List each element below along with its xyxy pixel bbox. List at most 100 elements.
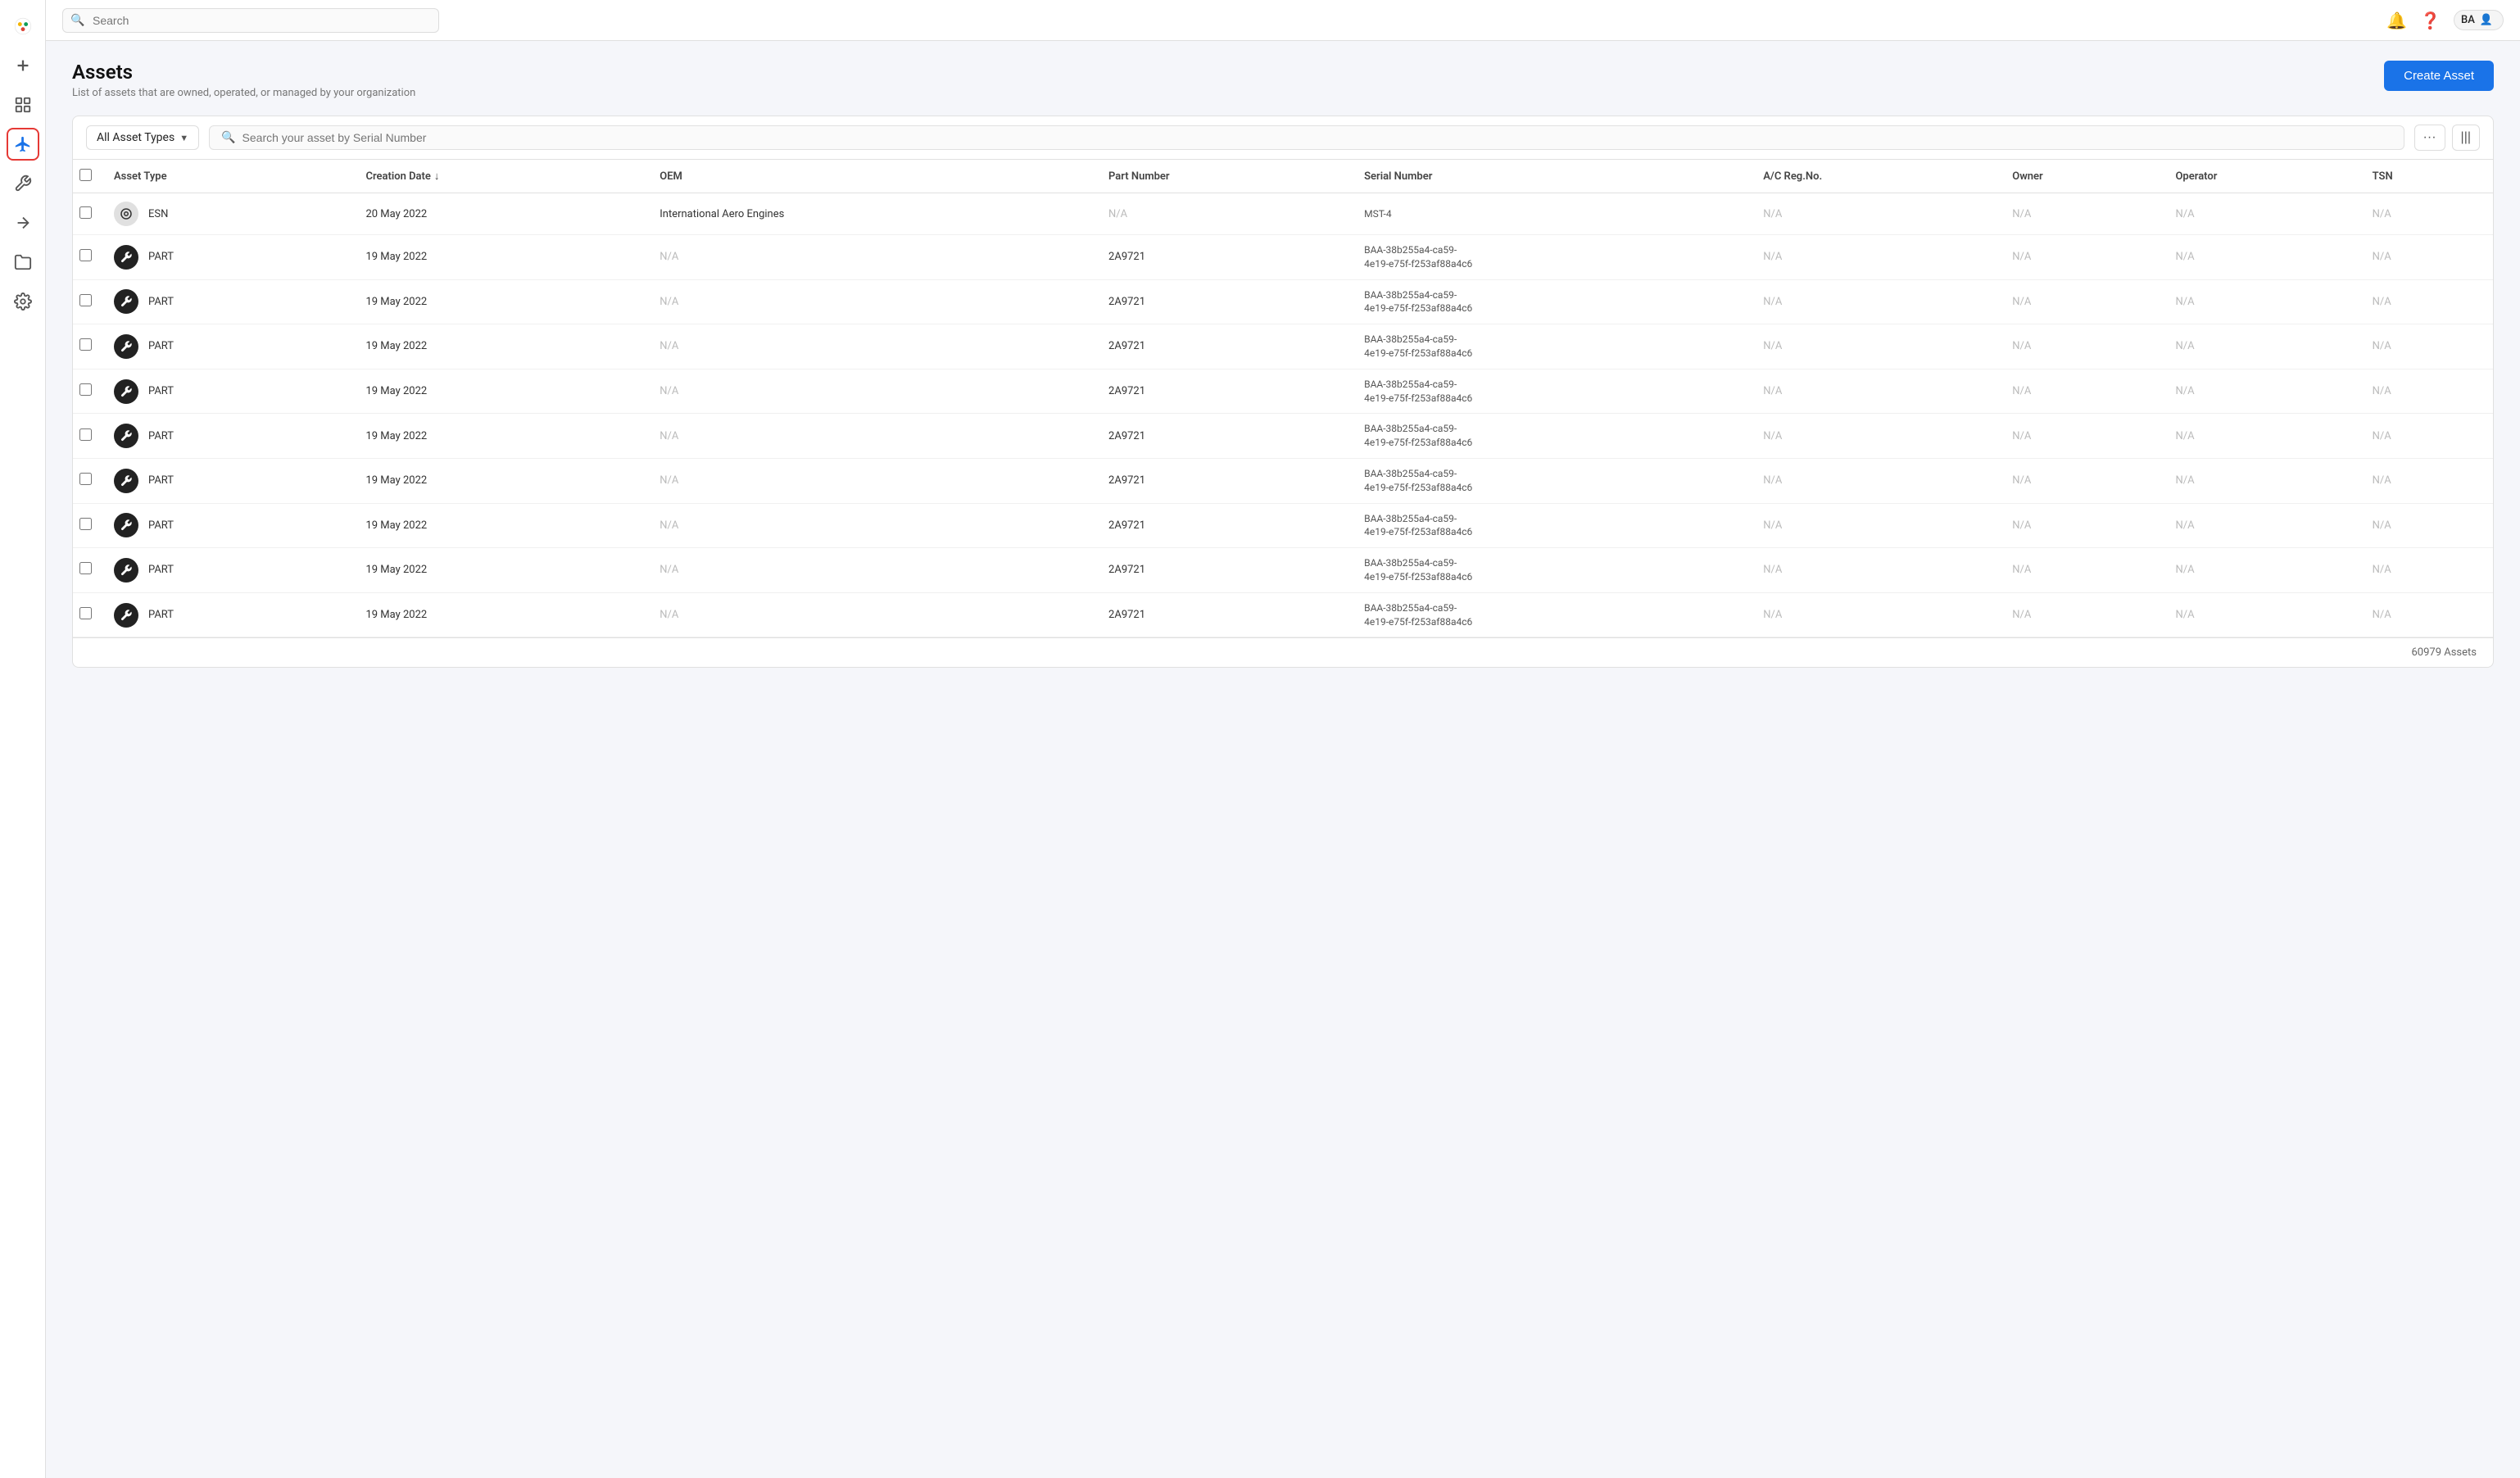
cell-part-number: 2A9721 <box>1097 592 1353 637</box>
page-title-block: Assets List of assets that are owned, op… <box>72 61 415 99</box>
cell-creation-date: 19 May 2022 <box>354 324 648 370</box>
cell-creation-date: 19 May 2022 <box>354 592 648 637</box>
asset-type-dropdown[interactable]: All Asset Types ▼ <box>86 125 199 150</box>
cell-ac-reg-no: N/A <box>1752 503 2001 548</box>
cell-operator: N/A <box>2164 369 2360 414</box>
cell-creation-date: 19 May 2022 <box>354 503 648 548</box>
cell-ac-reg-no: N/A <box>1752 592 2001 637</box>
notifications-icon[interactable]: 🔔 <box>2386 11 2407 30</box>
col-header-asset-type: Asset Type <box>102 160 354 193</box>
col-header-ac-reg-no: A/C Reg.No. <box>1752 160 2001 193</box>
page-content: Assets List of assets that are owned, op… <box>46 41 2520 1478</box>
cell-asset-type: PART <box>102 503 354 548</box>
cell-part-number: 2A9721 <box>1097 458 1353 503</box>
row-checkbox[interactable] <box>79 338 92 351</box>
row-checkbox[interactable] <box>79 249 92 261</box>
row-checkbox[interactable] <box>79 206 92 219</box>
row-checkbox[interactable] <box>79 473 92 485</box>
cell-serial-number: BAA-38b255a4-ca59- 4e19-e75f-f253af88a4c… <box>1353 548 1752 593</box>
asset-type-icon <box>114 334 138 359</box>
col-header-operator: Operator <box>2164 160 2360 193</box>
sidebar-item-tools[interactable] <box>7 167 39 200</box>
cell-owner: N/A <box>2001 324 2164 370</box>
cell-oem: N/A <box>648 414 1097 459</box>
row-checkbox-cell <box>73 592 102 637</box>
sort-icon: ↓ <box>434 170 440 183</box>
row-checkbox[interactable] <box>79 518 92 530</box>
cell-creation-date: 20 May 2022 <box>354 193 648 235</box>
row-checkbox[interactable] <box>79 562 92 574</box>
cell-oem: N/A <box>648 324 1097 370</box>
sidebar-item-settings[interactable] <box>7 285 39 318</box>
cell-operator: N/A <box>2164 193 2360 235</box>
serial-number-search-box: 🔍 <box>209 125 2404 150</box>
row-checkbox-cell <box>73 235 102 280</box>
sidebar-item-dashboard[interactable] <box>7 88 39 121</box>
row-checkbox[interactable] <box>79 607 92 619</box>
row-checkbox[interactable] <box>79 383 92 396</box>
asset-type-label: PART <box>148 609 174 621</box>
serial-number-search-input[interactable] <box>242 131 2392 144</box>
select-all-checkbox[interactable] <box>79 169 92 181</box>
row-checkbox[interactable] <box>79 294 92 306</box>
asset-type-icon <box>114 289 138 314</box>
user-avatar-icon: 👤 <box>2480 14 2493 26</box>
serial-search-icon: 🔍 <box>221 131 235 144</box>
sidebar-item-maintenance[interactable] <box>7 206 39 239</box>
cell-creation-date: 19 May 2022 <box>354 414 648 459</box>
cell-operator: N/A <box>2164 548 2360 593</box>
col-header-part-number: Part Number <box>1097 160 1353 193</box>
global-search-icon: 🔍 <box>70 14 84 27</box>
cell-operator: N/A <box>2164 279 2360 324</box>
more-options-button[interactable]: ··· <box>2414 125 2445 151</box>
table-row: PART19 May 2022N/A2A9721BAA-38b255a4-ca5… <box>73 369 2493 414</box>
cell-ac-reg-no: N/A <box>1752 193 2001 235</box>
column-toggle-button[interactable]: ||| <box>2452 125 2480 151</box>
global-search-input[interactable] <box>62 8 439 33</box>
cell-part-number: 2A9721 <box>1097 324 1353 370</box>
sidebar-item-assets[interactable] <box>7 128 39 161</box>
cell-creation-date: 19 May 2022 <box>354 235 648 280</box>
cell-serial-number: BAA-38b255a4-ca59- 4e19-e75f-f253af88a4c… <box>1353 369 1752 414</box>
col-header-serial-number: Serial Number <box>1353 160 1752 193</box>
table-row: PART19 May 2022N/A2A9721BAA-38b255a4-ca5… <box>73 592 2493 637</box>
user-menu[interactable]: BA 👤 <box>2454 10 2504 30</box>
col-header-owner: Owner <box>2001 160 2164 193</box>
create-asset-button[interactable]: Create Asset <box>2384 61 2494 91</box>
sidebar-item-documents[interactable] <box>7 246 39 279</box>
cell-oem: N/A <box>648 592 1097 637</box>
row-checkbox-cell <box>73 279 102 324</box>
cell-ac-reg-no: N/A <box>1752 548 2001 593</box>
row-checkbox[interactable] <box>79 428 92 441</box>
assets-table-wrapper: Asset Type Creation Date ↓ OEM Part Numb… <box>72 160 2494 668</box>
table-row: PART19 May 2022N/A2A9721BAA-38b255a4-ca5… <box>73 235 2493 280</box>
help-icon[interactable]: ❓ <box>2420 11 2441 30</box>
cell-ac-reg-no: N/A <box>1752 324 2001 370</box>
asset-type-icon <box>114 379 138 404</box>
cell-owner: N/A <box>2001 235 2164 280</box>
asset-type-label: PART <box>148 474 174 487</box>
page-title: Assets <box>72 61 415 84</box>
table-row: PART19 May 2022N/A2A9721BAA-38b255a4-ca5… <box>73 414 2493 459</box>
cell-tsn: N/A <box>2361 592 2493 637</box>
sidebar-add-button[interactable] <box>7 49 39 82</box>
cell-serial-number: BAA-38b255a4-ca59- 4e19-e75f-f253af88a4c… <box>1353 279 1752 324</box>
cell-operator: N/A <box>2164 592 2360 637</box>
cell-owner: N/A <box>2001 458 2164 503</box>
cell-creation-date: 19 May 2022 <box>354 279 648 324</box>
cell-asset-type: PART <box>102 235 354 280</box>
row-checkbox-cell <box>73 193 102 235</box>
select-all-header <box>73 160 102 193</box>
asset-type-label: PART <box>148 385 174 397</box>
logo[interactable] <box>7 10 39 43</box>
page-subtitle: List of assets that are owned, operated,… <box>72 87 415 99</box>
cell-part-number: 2A9721 <box>1097 369 1353 414</box>
asset-type-label: PART <box>148 430 174 442</box>
cell-ac-reg-no: N/A <box>1752 414 2001 459</box>
cell-part-number: N/A <box>1097 193 1353 235</box>
cell-asset-type: PART <box>102 279 354 324</box>
col-header-creation-date[interactable]: Creation Date ↓ <box>354 160 648 193</box>
cell-part-number: 2A9721 <box>1097 279 1353 324</box>
table-row: PART19 May 2022N/A2A9721BAA-38b255a4-ca5… <box>73 324 2493 370</box>
cell-serial-number: BAA-38b255a4-ca59- 4e19-e75f-f253af88a4c… <box>1353 414 1752 459</box>
